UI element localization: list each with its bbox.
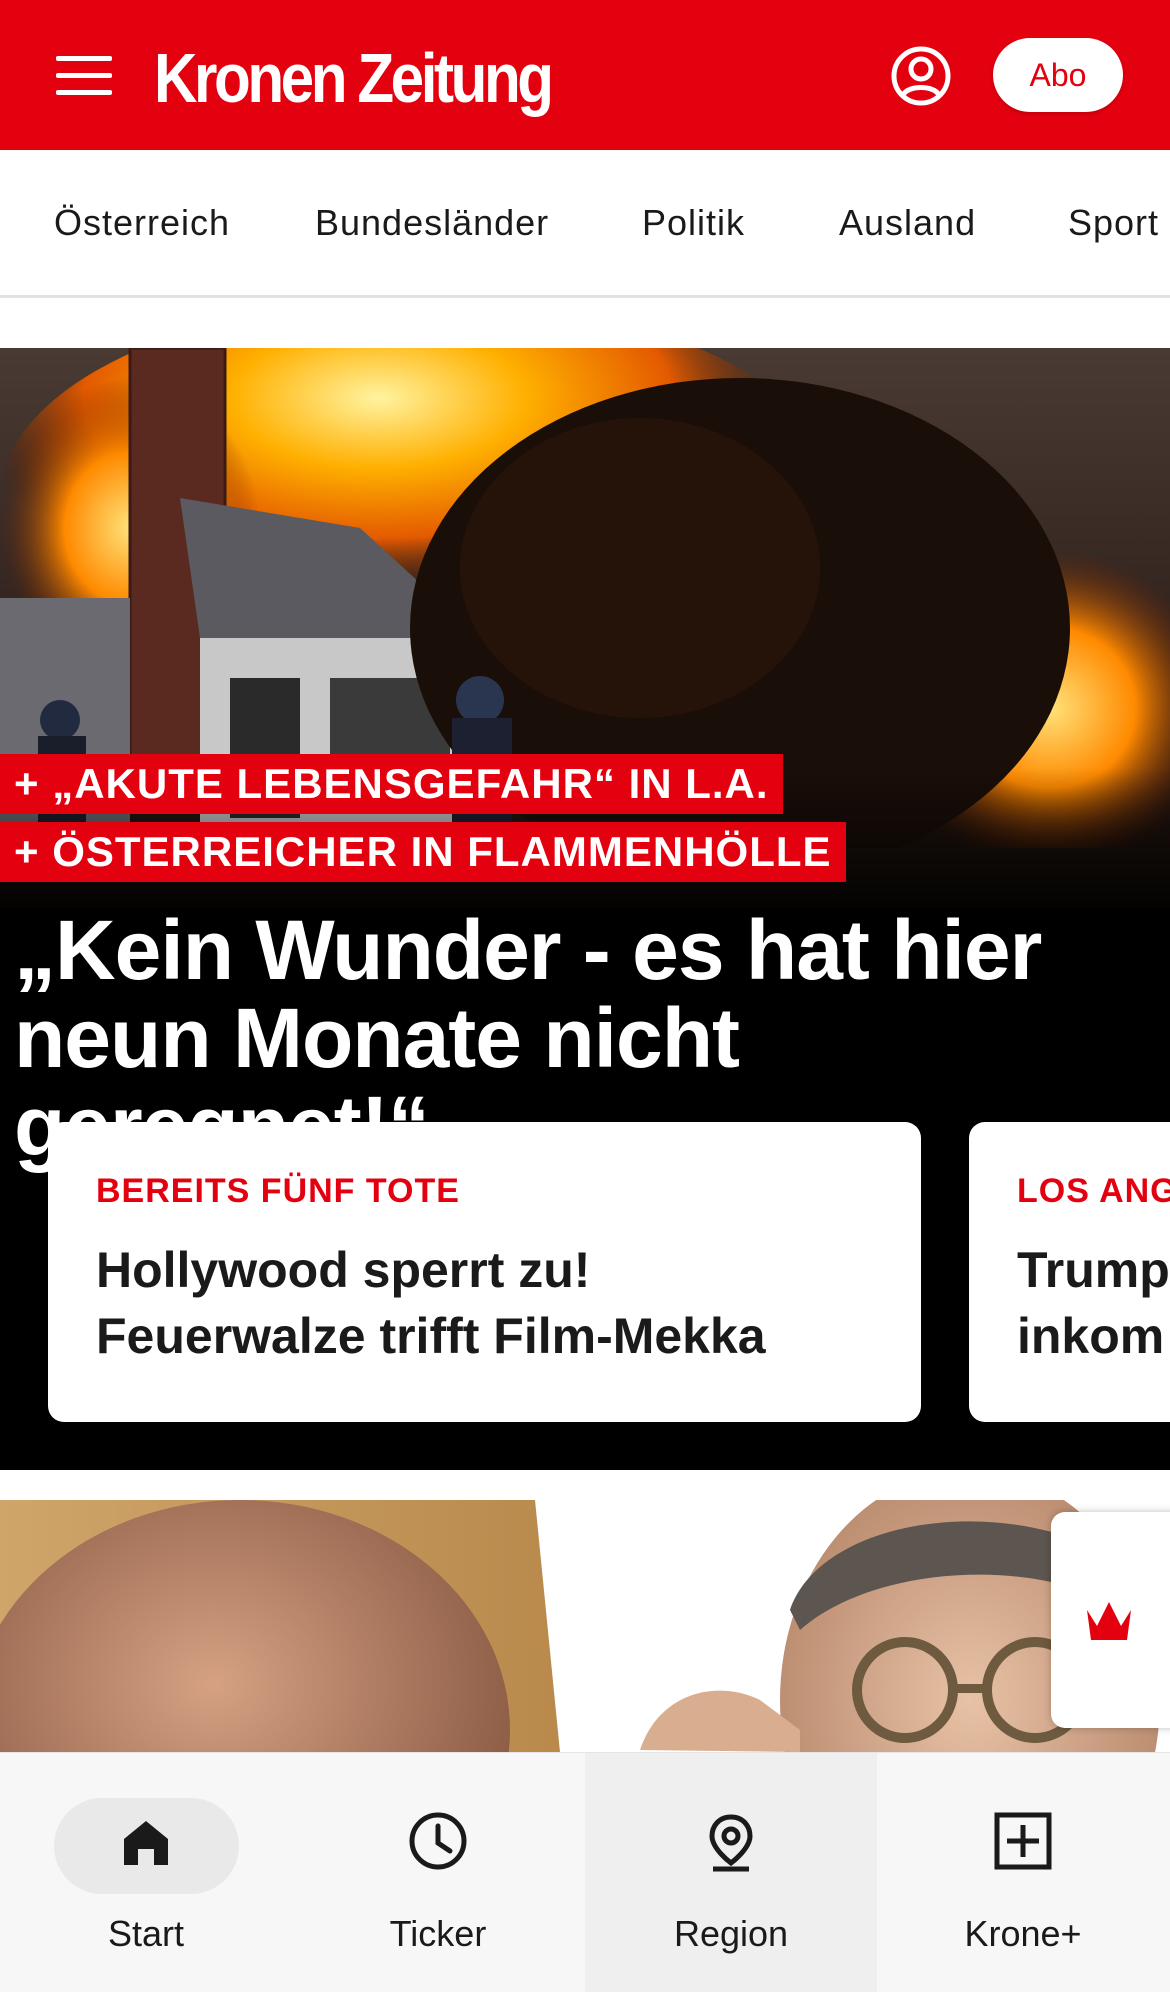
related-story-card[interactable]: BEREITS FÜNF TOTE Hollywood sperrt zu! F… [48, 1122, 921, 1422]
nav-item-region[interactable]: Region [585, 1753, 877, 1992]
card-title-line-1: Trump [1017, 1242, 1170, 1298]
menu-icon-bar [56, 90, 112, 95]
card-title: Hollywood sperrt zu! Feuerwalze trifft F… [96, 1237, 873, 1369]
card-kicker: BEREITS FÜNF TOTE [96, 1172, 460, 1210]
menu-icon-bar [56, 56, 112, 61]
category-tab-bundeslaender[interactable]: Bundesländer [315, 202, 549, 244]
krone-plus-floating-tab[interactable] [1051, 1512, 1170, 1728]
home-icon [124, 1821, 168, 1865]
nav-item-ticker[interactable]: Ticker [292, 1753, 584, 1992]
category-tab-sport[interactable]: Sport [1068, 202, 1159, 244]
app-header: Kronen Zeitung Abo [0, 0, 1170, 150]
menu-button[interactable] [56, 56, 112, 96]
card-title-line-2: Feuerwalze trifft Film-Mekka [96, 1308, 766, 1364]
plus-box-icon [994, 1812, 1052, 1870]
account-icon [891, 46, 951, 106]
nav-label: Krone+ [964, 1913, 1082, 1954]
category-nav: Österreich Bundesländer Politik Ausland … [0, 150, 1170, 298]
nav-item-start[interactable]: Start [0, 1753, 292, 1992]
clock-icon [409, 1812, 467, 1870]
card-kicker: LOS ANG [1017, 1172, 1170, 1210]
hero-story[interactable]: + „AKUTE LEBENSGEFAHR“ IN L.A. + ÖSTERRE… [0, 348, 1170, 1470]
menu-icon-bar [56, 73, 112, 78]
hero-headline-line-1: „Kein Wunder - es hat hier [14, 903, 1042, 997]
hero-tag-1: + „AKUTE LEBENSGEFAHR“ IN L.A. [0, 754, 783, 814]
nav-label: Region [673, 1913, 789, 1954]
category-tab-ausland[interactable]: Ausland [839, 202, 976, 244]
category-tab-oesterreich[interactable]: Österreich [54, 202, 230, 244]
nav-label: Start [107, 1913, 185, 1954]
category-tab-politik[interactable]: Politik [642, 202, 745, 244]
related-story-card[interactable]: LOS ANG Trump inkom [969, 1122, 1170, 1422]
card-title-line-1: Hollywood sperrt zu! [96, 1242, 591, 1298]
brand-logo[interactable]: Kronen Zeitung [154, 38, 554, 118]
story-teaser-image[interactable] [0, 1500, 1170, 1752]
crown-icon [1087, 1602, 1131, 1640]
nav-label: Ticker [389, 1913, 487, 1954]
card-title-line-2: inkom [1017, 1308, 1165, 1364]
hero-tag-2: + ÖSTERREICHER IN FLAMMENHÖLLE [0, 822, 846, 882]
account-button[interactable] [890, 45, 952, 107]
location-pin-icon [709, 1814, 753, 1872]
card-title: Trump inkom [1017, 1237, 1170, 1369]
nav-item-krone-plus[interactable]: Krone+ [877, 1753, 1169, 1992]
bottom-navigation: Start Ticker Region Krone+ [0, 1752, 1170, 1992]
subscribe-button[interactable]: Abo [993, 38, 1123, 112]
